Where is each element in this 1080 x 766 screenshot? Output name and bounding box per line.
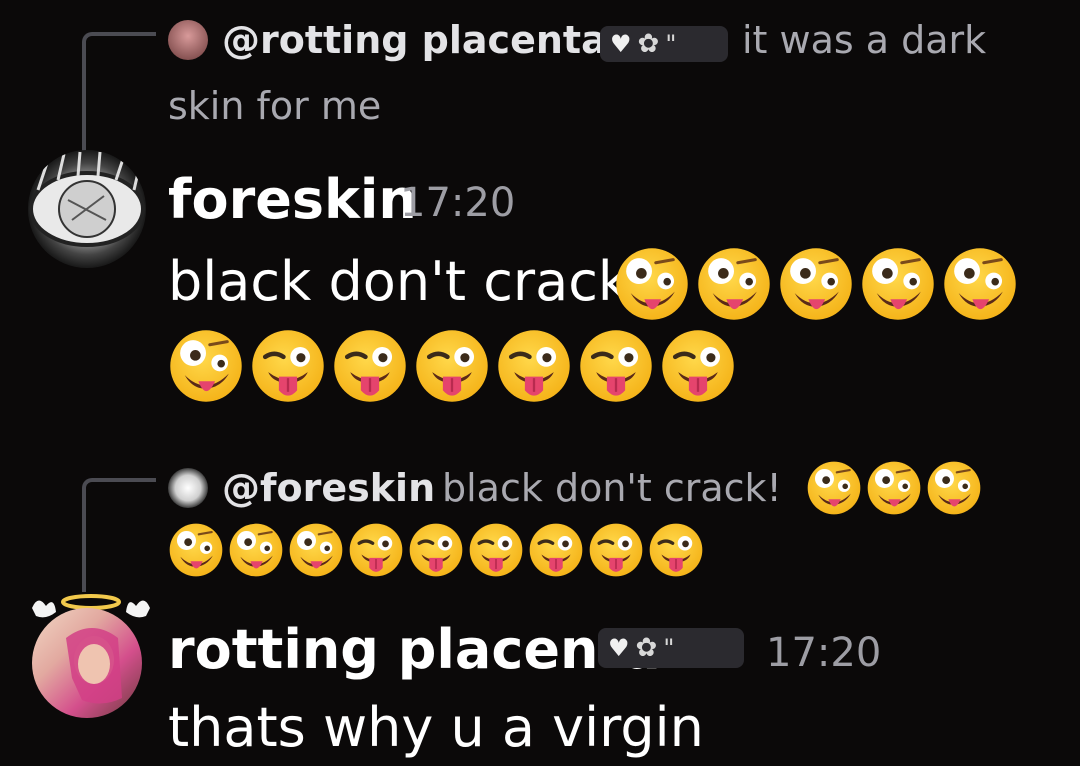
message-text: thats why u a virgin — [168, 696, 704, 759]
winking-tongue-emoji — [414, 328, 490, 404]
reply-username[interactable]: @rotting placenta — [222, 18, 607, 62]
message-timestamp: 17:20 — [766, 630, 882, 676]
heart-icon: ♥ — [608, 634, 630, 662]
winking-tongue-emoji — [588, 522, 644, 578]
quote-icon: " — [663, 634, 675, 662]
emoji-group — [168, 522, 704, 578]
user-badge: ♥ ✿ " — [600, 26, 728, 62]
emoji-group — [806, 460, 982, 516]
zany-face-emoji — [926, 460, 982, 516]
winking-tongue-emoji — [648, 522, 704, 578]
user-avatar[interactable] — [32, 608, 142, 718]
heart-icon: ♥ — [610, 30, 632, 58]
profile-photo-icon — [66, 628, 122, 704]
reply-connector — [82, 478, 156, 592]
zany-face-emoji — [614, 246, 690, 322]
message-text: black don't crack! — [168, 250, 651, 313]
reply-text[interactable]: black don't crack! — [442, 466, 782, 510]
winking-tongue-emoji — [250, 328, 326, 404]
zany-face-emoji — [288, 522, 344, 578]
winking-tongue-emoji — [348, 522, 404, 578]
user-avatar[interactable] — [28, 150, 146, 268]
reply-avatar[interactable] — [168, 468, 208, 508]
zany-face-emoji — [168, 522, 224, 578]
message-timestamp: 17:20 — [400, 180, 516, 226]
zany-face-emoji — [228, 522, 284, 578]
quote-icon: " — [665, 30, 677, 58]
user-badge: ♥ ✿ " — [598, 628, 744, 668]
winking-tongue-emoji — [528, 522, 584, 578]
eye-artwork-icon — [29, 151, 145, 247]
message-author[interactable]: foreskin — [168, 168, 417, 231]
reply-username[interactable]: @foreskin — [222, 466, 435, 510]
flower-icon: ✿ — [637, 29, 660, 59]
zany-face-emoji — [778, 246, 854, 322]
message-author[interactable]: rotting placenta — [168, 618, 661, 681]
zany-face-emoji — [866, 460, 922, 516]
winking-tongue-emoji — [332, 328, 408, 404]
zany-face-emoji — [860, 246, 936, 322]
emoji-group — [614, 246, 1018, 322]
flower-icon: ✿ — [635, 633, 658, 663]
reply-text-cont[interactable]: skin for me — [168, 84, 381, 128]
winking-tongue-emoji — [468, 522, 524, 578]
winking-tongue-emoji — [578, 328, 654, 404]
reply-connector — [82, 32, 156, 154]
zany-face-emoji — [168, 328, 244, 404]
reply-avatar[interactable] — [168, 20, 208, 60]
zany-face-emoji — [942, 246, 1018, 322]
emoji-group — [168, 328, 736, 404]
winking-tongue-emoji — [496, 328, 572, 404]
winking-tongue-emoji — [660, 328, 736, 404]
winking-tongue-emoji — [408, 522, 464, 578]
zany-face-emoji — [696, 246, 772, 322]
reply-text[interactable]: it was a dark — [742, 18, 986, 62]
zany-face-emoji — [806, 460, 862, 516]
